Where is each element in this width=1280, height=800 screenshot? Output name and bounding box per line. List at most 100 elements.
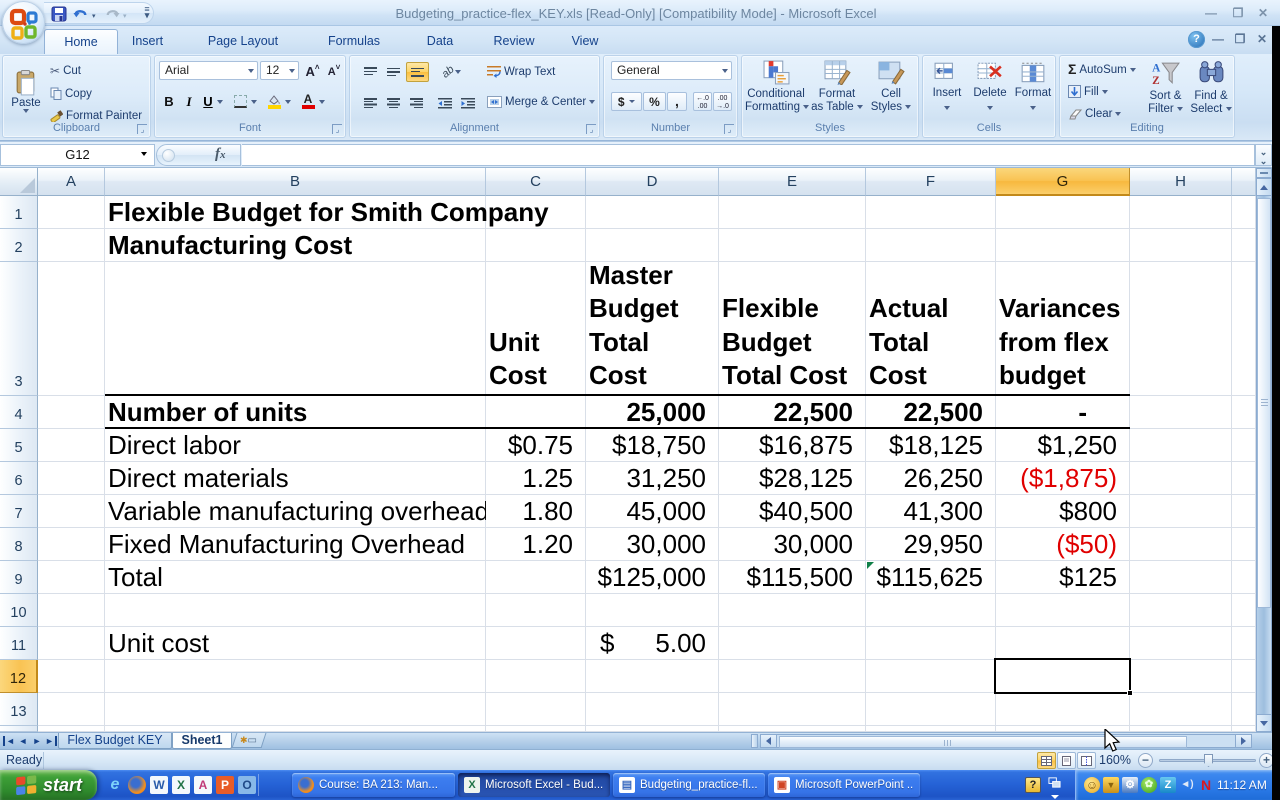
- format-painter-button[interactable]: Format Painter: [50, 109, 142, 122]
- save-icon[interactable]: [51, 6, 67, 22]
- row-header-6[interactable]: 6: [0, 462, 38, 495]
- merge-center-button[interactable]: Merge & Center: [487, 96, 596, 108]
- autosum-button[interactable]: Σ AutoSum: [1068, 62, 1136, 76]
- task-button-1[interactable]: Course: BA 213: Man...: [292, 773, 455, 797]
- vscroll-split-handle[interactable]: [1256, 168, 1272, 178]
- orientation-button[interactable]: ab: [437, 62, 466, 82]
- align-top-button[interactable]: [360, 62, 381, 82]
- messenger-tray-icon[interactable]: ☺: [1084, 777, 1100, 793]
- tab-home[interactable]: Home: [44, 29, 118, 54]
- undo-icon[interactable]: [73, 6, 89, 22]
- row-header-1[interactable]: 1: [0, 196, 38, 229]
- internet-explorer-icon[interactable]: e: [106, 776, 124, 794]
- font-name-combo[interactable]: Arial: [159, 61, 258, 80]
- fill-color-dropdown[interactable]: [285, 100, 291, 104]
- task-button-3[interactable]: ▤ Budgeting_practice-fl...: [613, 773, 765, 797]
- find-select-button[interactable]: Find & Select: [1189, 60, 1233, 116]
- redo-dropdown[interactable]: ▾: [123, 12, 127, 20]
- task-button-4[interactable]: ▣ Microsoft PowerPoint ...: [768, 773, 920, 797]
- align-left-button[interactable]: [360, 93, 381, 113]
- hidden-icons-button[interactable]: [1048, 776, 1061, 799]
- comma-style-button[interactable]: ,: [667, 92, 687, 111]
- vertical-scrollbar[interactable]: [1256, 168, 1272, 732]
- insert-cells-button[interactable]: Insert: [927, 62, 967, 115]
- row-header-4[interactable]: 4: [0, 396, 38, 429]
- number-format-combo[interactable]: General: [611, 61, 732, 80]
- name-box-dropdown[interactable]: [141, 152, 147, 156]
- cell-styles-button[interactable]: Cell Styles: [867, 60, 915, 114]
- hscroll-right-button[interactable]: [1235, 734, 1252, 748]
- row-header-9[interactable]: 9: [0, 561, 38, 594]
- app-minimize-button[interactable]: —: [1199, 7, 1223, 21]
- app-close-button[interactable]: ✕: [1251, 7, 1275, 21]
- last-sheet-button[interactable]: ►: [44, 734, 58, 748]
- zoom-out-button[interactable]: −: [1138, 753, 1153, 768]
- column-header-F[interactable]: F: [866, 168, 996, 196]
- increase-indent-button[interactable]: [457, 93, 478, 113]
- column-header-G[interactable]: G: [996, 168, 1130, 196]
- formula-input[interactable]: [242, 144, 1255, 166]
- office-button[interactable]: [2, 1, 45, 44]
- font-color-dropdown[interactable]: [319, 100, 325, 104]
- shield-tray-icon[interactable]: ▼: [1103, 777, 1119, 793]
- font-color-button[interactable]: A: [299, 92, 317, 111]
- column-header-C[interactable]: C: [486, 168, 586, 196]
- tab-review[interactable]: Review: [481, 29, 547, 54]
- tab-view[interactable]: View: [561, 29, 609, 54]
- copy-button[interactable]: Copy: [50, 87, 92, 100]
- undo-dropdown[interactable]: ▾: [92, 12, 96, 20]
- previous-sheet-button[interactable]: ◄: [16, 734, 30, 748]
- next-sheet-button[interactable]: ►: [30, 734, 44, 748]
- formula-bar-expand-button[interactable]: ⌄ ⌄: [1255, 144, 1272, 166]
- select-all-corner[interactable]: [0, 168, 38, 196]
- insert-function-icon[interactable]: fx: [215, 146, 226, 163]
- sheet-tab-sheet1[interactable]: Sheet1: [172, 733, 232, 749]
- bold-button[interactable]: B: [161, 92, 177, 111]
- start-button[interactable]: start: [0, 770, 97, 800]
- delete-cells-button[interactable]: Delete: [969, 62, 1011, 115]
- underline-button[interactable]: U: [201, 92, 215, 111]
- column-header-H[interactable]: H: [1130, 168, 1232, 196]
- zoom-level[interactable]: 160%: [1085, 753, 1131, 767]
- zoom-slider-handle[interactable]: [1204, 754, 1213, 767]
- normal-view-button[interactable]: [1037, 752, 1056, 769]
- language-indicator-icon[interactable]: ?: [1025, 777, 1041, 793]
- workbook-restore-button[interactable]: ❐: [1228, 33, 1252, 47]
- increase-decimal-button[interactable]: ←.0.00: [693, 92, 712, 111]
- norton-tray-icon[interactable]: N: [1198, 777, 1214, 793]
- vscroll-up-button[interactable]: [1256, 178, 1272, 196]
- firefox-icon[interactable]: [128, 776, 146, 794]
- hscroll-thumb[interactable]: [779, 736, 1187, 748]
- cut-button[interactable]: ✂ Cut: [50, 65, 81, 77]
- row-header-5[interactable]: 5: [0, 429, 38, 462]
- app-restore-button[interactable]: ❐: [1226, 7, 1250, 21]
- row-header-12[interactable]: 12: [0, 660, 38, 693]
- access-icon[interactable]: A: [194, 776, 212, 794]
- borders-button[interactable]: [231, 92, 249, 111]
- volume-tray-icon[interactable]: ◄): [1179, 777, 1195, 793]
- conditional-formatting-button[interactable]: Conditional Formatting: [745, 60, 810, 114]
- align-center-button[interactable]: [383, 93, 404, 113]
- row-header-11[interactable]: 11: [0, 627, 38, 660]
- clear-button[interactable]: Clear: [1068, 108, 1122, 120]
- accounting-format-button[interactable]: $: [611, 92, 642, 111]
- row-header-7[interactable]: 7: [0, 495, 38, 528]
- sheet-tab-flex-budget-key[interactable]: Flex Budget KEY: [58, 733, 172, 749]
- format-as-table-button[interactable]: Format as Table: [811, 60, 863, 114]
- wrap-text-button[interactable]: Wrap Text: [487, 66, 555, 78]
- workbook-minimize-button[interactable]: —: [1206, 33, 1230, 47]
- decrease-indent-button[interactable]: [434, 93, 455, 113]
- column-header-partial[interactable]: [1232, 168, 1256, 196]
- vscroll-thumb[interactable]: [1257, 198, 1271, 608]
- borders-dropdown[interactable]: [251, 100, 257, 104]
- row-header-13[interactable]: 13: [0, 693, 38, 726]
- tab-insert[interactable]: Insert: [120, 29, 175, 54]
- selection-border-G12[interactable]: [994, 658, 1131, 694]
- hscroll-track[interactable]: [777, 734, 1235, 748]
- paste-button[interactable]: Paste: [8, 61, 44, 121]
- hscroll-left-button[interactable]: [760, 734, 777, 748]
- column-header-E[interactable]: E: [719, 168, 866, 196]
- update-tray-icon[interactable]: ✿: [1141, 777, 1157, 793]
- hscroll-split-handle[interactable]: [751, 734, 758, 748]
- italic-button[interactable]: I: [182, 92, 196, 111]
